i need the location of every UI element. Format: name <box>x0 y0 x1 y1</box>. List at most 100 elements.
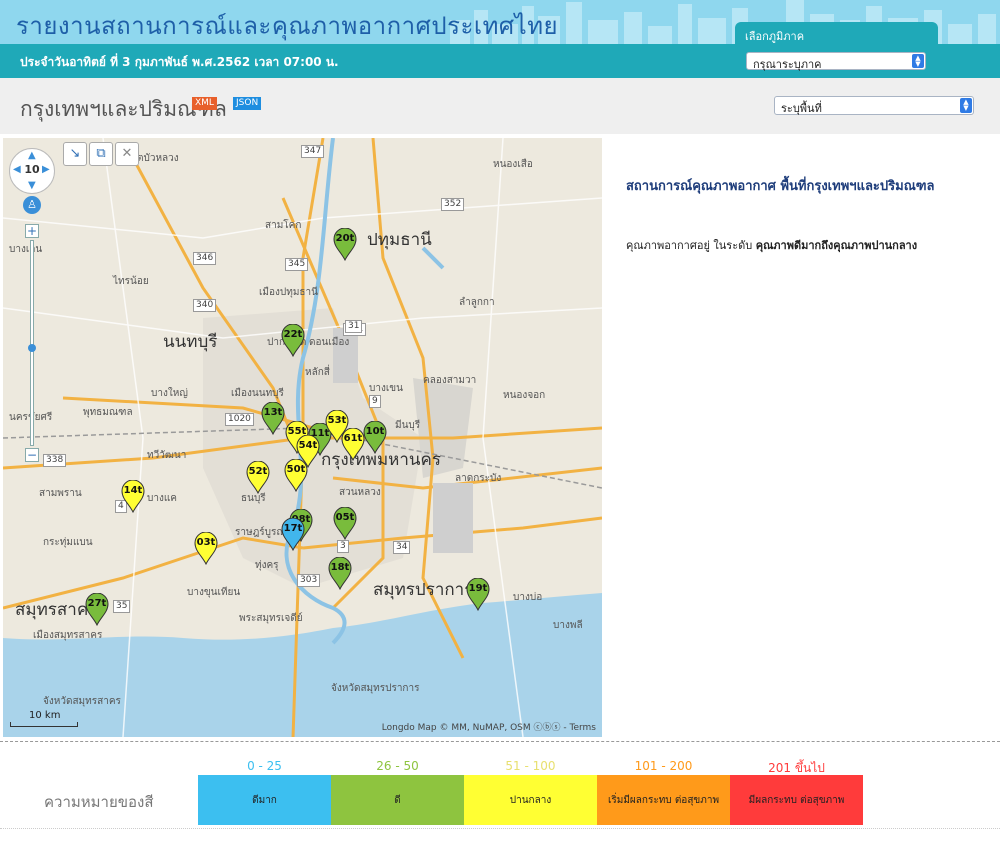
scale-bar <box>10 722 78 727</box>
road-number: 303 <box>297 574 321 587</box>
zoom-track[interactable] <box>30 240 34 446</box>
legend-label: ความหมายของสี <box>44 793 154 811</box>
chevron-updown-icon: ▲ ▼ <box>912 54 924 68</box>
aqi-marker[interactable]: 61t <box>341 428 365 461</box>
road-number: 338 <box>43 454 67 467</box>
layers-tool-icon[interactable]: ⧉ <box>89 142 113 166</box>
aqi-marker-label: 14t <box>123 485 143 496</box>
aqi-marker[interactable]: 13t <box>261 402 285 435</box>
divider <box>0 741 1000 742</box>
legend-cell: มีผลกระทบ ต่อสุขภาพ <box>730 775 863 825</box>
map-label: สามโคก <box>265 220 302 231</box>
region-select-value: กรุณาระบุภาค <box>753 58 822 71</box>
aqi-marker-label: 27t <box>87 598 107 609</box>
map-label: เมืองนนทบุรี <box>231 388 284 399</box>
map-label: บางเขน <box>369 383 403 394</box>
aqi-marker-label: 17t <box>283 523 303 534</box>
json-link[interactable]: JSON <box>233 97 262 110</box>
report-date: ประจำวันอาทิตย์ ที่ 3 กุมภาพันธ์ พ.ศ.256… <box>20 55 339 69</box>
road-number: 34 <box>393 541 411 554</box>
legend-cell: ดี <box>331 775 464 825</box>
map-label: จังหวัดสมุทรปราการ <box>331 683 420 694</box>
map-label: ทุ่งครุ <box>255 560 279 571</box>
region-select[interactable]: กรุณาระบุภาค ▲ ▼ <box>746 52 926 71</box>
aqi-marker[interactable]: 18t <box>328 557 352 590</box>
road-number: 9 <box>369 395 381 408</box>
legend-cell: เริ่มมีผลกระทบ ต่อสุขภาพ <box>597 775 730 825</box>
aqi-marker[interactable]: 10t <box>363 421 387 454</box>
aqi-marker-label: 10t <box>365 426 385 437</box>
region-tab-label: เลือกภูมิภาค <box>745 30 805 43</box>
aqi-marker[interactable]: 19t <box>466 578 490 611</box>
map-label: บางแค <box>147 493 177 504</box>
aqi-marker-label: 53t <box>327 415 347 426</box>
legend-range: 101 - 200 <box>634 759 693 773</box>
map-label: บางพลี <box>553 620 583 631</box>
aqi-marker-label: 03t <box>196 537 216 548</box>
map-label: ตบัวหลวง <box>137 153 179 164</box>
map-label: เมืองสมุทรสาคร <box>33 630 103 641</box>
legend-cell: ดีมาก <box>198 775 331 825</box>
pedestrian-icon[interactable]: ♙ <box>23 196 41 214</box>
map-label: สมุทรปราการ <box>373 580 474 600</box>
aqi-marker[interactable]: 50t <box>284 459 308 492</box>
map-label: ดอนเมือง <box>309 337 350 348</box>
aqi-marker[interactable]: 17t <box>281 518 305 551</box>
map-label: พุทธมณฑล <box>83 407 133 418</box>
map-label: บางใหญ่ <box>151 388 188 399</box>
map-label: สามพราน <box>39 488 82 499</box>
zoom-slider[interactable]: + − <box>25 224 39 464</box>
aqi-marker-label: 20t <box>335 233 355 244</box>
page-title: รายงานสถานการณ์และคุณภาพอากาศประเทศไทย <box>16 12 559 40</box>
map-label: สวนหลวง <box>339 487 381 498</box>
info-text: คุณภาพอากาศอยู่ ในระดับ คุณภาพดีมากถึงคุ… <box>626 236 976 254</box>
road-number: 347 <box>301 145 325 158</box>
map-label: ปทุมธานี <box>367 230 432 250</box>
map-label: นนทบุรี <box>163 332 218 352</box>
pan-up-icon[interactable]: ▲ <box>28 150 36 161</box>
legend-range: 26 - 50 <box>376 759 419 773</box>
area-bar: กรุงเทพฯและปริมณฑล XML JSON ระบุพื้นที่ … <box>0 78 1000 134</box>
aqi-marker[interactable]: 27t <box>85 593 109 626</box>
pan-zoom-control[interactable]: ▲ ▼ ◀ ▶ 10 <box>9 148 55 194</box>
road-number: 3 <box>337 540 349 553</box>
measure-tool-icon[interactable]: ↘ <box>63 142 87 166</box>
map-label: ลาดกระบัง <box>455 473 502 484</box>
aqi-marker[interactable]: 20t <box>333 228 357 261</box>
aqi-marker[interactable]: 14t <box>121 480 145 513</box>
aqi-marker-label: 18t <box>330 562 350 573</box>
map-label: พระสมุทรเจดีย์ <box>239 613 303 624</box>
map-label: ไทรน้อย <box>113 276 149 287</box>
zoom-out-icon[interactable]: − <box>25 448 39 462</box>
scale-label: 10 km <box>29 710 61 721</box>
legend-range: 0 - 25 <box>247 759 282 773</box>
air-quality-map[interactable]: ปทุมธานี นนทบุรี สามโคก ไทรน้อย บางเลน เ… <box>3 138 602 737</box>
aqi-marker[interactable]: 22t <box>281 324 305 357</box>
aqi-marker[interactable]: 03t <box>194 532 218 565</box>
aqi-marker-label: 13t <box>263 407 283 418</box>
zoom-knob[interactable] <box>28 344 36 352</box>
info-title: สถานการณ์คุณภาพอากาศ พื้นที่กรุงเทพฯและป… <box>626 179 935 194</box>
xml-link[interactable]: XML <box>192 97 217 110</box>
road-number: 340 <box>193 299 217 312</box>
map-label: ทวีวัฒนา <box>147 450 187 461</box>
aqi-marker[interactable]: 52t <box>246 461 270 494</box>
zoom-level: 10 <box>24 163 40 176</box>
chevron-updown-icon: ▲ ▼ <box>960 98 972 113</box>
info-text-prefix: คุณภาพอากาศอยู่ ในระดับ <box>626 239 756 252</box>
map-attribution[interactable]: Longdo Map © MM, NuMAP, OSM ⓒⓑⓢ - Terms <box>382 720 596 733</box>
area-select[interactable]: ระบุพื้นที่ ▲ ▼ <box>774 96 974 115</box>
clear-tool-icon[interactable]: ✕ <box>115 142 139 166</box>
zoom-in-icon[interactable]: + <box>25 224 39 238</box>
pan-down-icon[interactable]: ▼ <box>28 180 36 191</box>
aqi-marker-label: 19t <box>468 583 488 594</box>
aqi-marker-label: 54t <box>298 440 318 451</box>
aqi-marker[interactable]: 05t <box>333 507 357 540</box>
map-label: หลักสี่ <box>305 367 330 378</box>
map-label: จังหวัดสมุทรสาคร <box>43 696 121 707</box>
map-label: ลำลูกกา <box>459 297 495 308</box>
aqi-marker-label: 22t <box>283 329 303 340</box>
info-text-level: คุณภาพดีมากถึงคุณภาพปานกลาง <box>755 239 918 252</box>
aqi-marker-label: 52t <box>248 466 268 477</box>
map-label: มีนบุรี <box>395 420 421 431</box>
